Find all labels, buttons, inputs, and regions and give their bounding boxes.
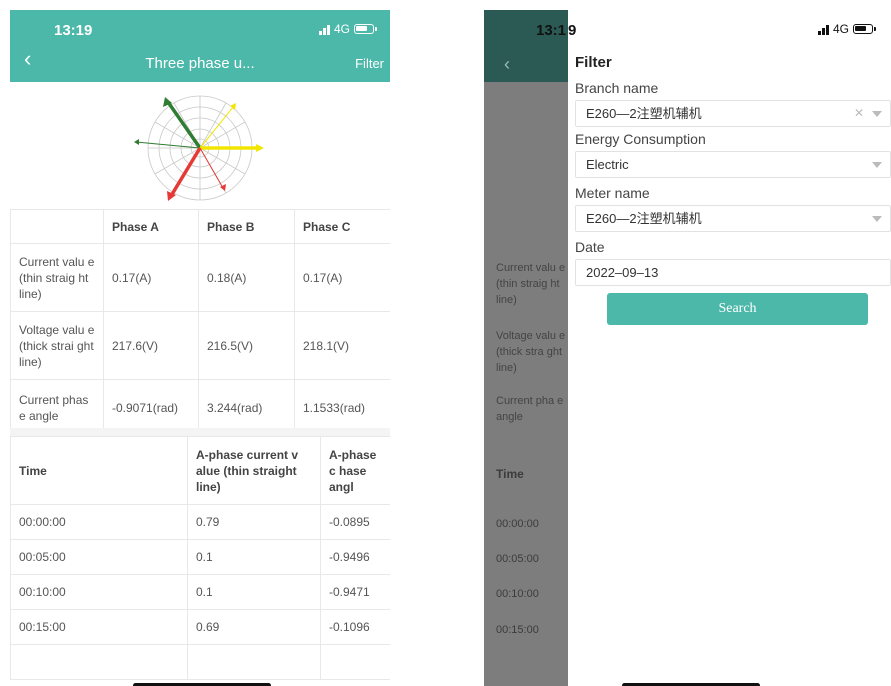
battery-icon xyxy=(853,24,876,34)
summary-header-row: Phase A Phase B Phase C xyxy=(10,209,390,244)
date-value: 2022–09–13 xyxy=(586,265,659,280)
three-phase-screen: 13:19 4G ‹ Three phase u... Filter Phase… xyxy=(10,10,390,686)
dimmed-time: 00:15:00 xyxy=(496,624,539,636)
dimmed-time-header: Time xyxy=(496,467,524,481)
phase-c-voltage-arrowhead xyxy=(256,144,264,152)
summary-header-phase-b: Phase B xyxy=(198,209,295,244)
phasor-diagram xyxy=(134,95,264,201)
cell-value: 0.69 xyxy=(187,609,321,645)
date-label: Date xyxy=(575,239,605,255)
status-indicators: 4G xyxy=(817,22,876,36)
cell-time: 00:00:00 xyxy=(10,504,188,540)
filter-panel: 9 4G Filter Branch name E260—2注塑机辅机 ✕ En… xyxy=(568,10,891,686)
filter-title: Filter xyxy=(575,54,612,71)
chevron-down-icon xyxy=(872,162,882,168)
energy-consumption-label: Energy Consumption xyxy=(575,131,706,147)
row-label: Current valu e (thin straig ht line) xyxy=(10,243,104,312)
meter-name-label: Meter name xyxy=(575,185,650,201)
cell-angle: -0.9496 xyxy=(320,539,390,575)
cell-value: 0.1 xyxy=(187,539,321,575)
cell-phase-a: 0.17(A) xyxy=(103,243,199,312)
cell-time: 00:15:00 xyxy=(10,609,188,645)
cell-time: 00:10:00 xyxy=(10,574,188,610)
filter-screen: 13:1 ‹ Current valu e (thin straig ht li… xyxy=(484,10,891,686)
cell-value: 0.1 xyxy=(187,574,321,610)
phase-b-current-arrowhead xyxy=(134,139,139,145)
branch-name-label: Branch name xyxy=(575,80,659,96)
dimmed-row-label: Current pha e angle xyxy=(496,395,564,423)
status-time-right-part: 9 xyxy=(568,22,577,39)
status-indicators: 4G xyxy=(318,22,377,36)
cell-phase-a: 217.6(V) xyxy=(103,311,199,380)
meter-name-value: E260—2注塑机辅机 xyxy=(586,211,702,226)
timeseries-table[interactable]: Time A-phase current v alue (thin straig… xyxy=(10,436,390,680)
summary-header-phase-a: Phase A xyxy=(103,209,199,244)
cell-phase-c: 218.1(V) xyxy=(294,311,390,380)
search-button[interactable]: Search xyxy=(607,293,868,325)
battery-icon xyxy=(354,24,377,34)
section-divider xyxy=(10,428,390,436)
phase-c-current-vector xyxy=(199,105,235,149)
table-row: 00:00:00 0.79 -0.0895 xyxy=(10,504,390,540)
dimmed-row-label: Voltage valu e (thick stra ght line) xyxy=(496,330,566,374)
cell-phase-c: 0.17(A) xyxy=(294,243,390,312)
timeseries-header-row: Time A-phase current v alue (thin straig… xyxy=(10,436,390,505)
branch-name-select[interactable]: E260—2注塑机辅机 ✕ xyxy=(575,100,891,127)
phase-b-voltage-vector xyxy=(166,101,202,149)
meter-name-select[interactable]: E260—2注塑机辅机 xyxy=(575,205,891,232)
chevron-down-icon xyxy=(872,111,882,117)
date-field[interactable]: 2022–09–13 xyxy=(575,259,891,286)
cell-angle: -0.9471 xyxy=(320,574,390,610)
dimmed-time: 00:10:00 xyxy=(496,588,539,600)
table-row: 00:15:00 0.69 -0.1096 xyxy=(10,609,390,645)
phase-a-current-vector xyxy=(199,147,224,189)
cell-value: 0.79 xyxy=(187,504,321,540)
signal-icon xyxy=(817,24,829,35)
page-title: Three phase u... xyxy=(145,55,255,72)
summary-header-blank xyxy=(10,209,104,244)
network-label: 4G xyxy=(333,22,350,36)
table-row: 00:05:00 0.1 -0.9496 xyxy=(10,539,390,575)
cell-phase-b: 0.18(A) xyxy=(198,243,295,312)
header-time: Time xyxy=(10,436,188,505)
phase-summary-table: Phase A Phase B Phase C Current valu e (… xyxy=(10,209,390,436)
filter-button[interactable]: Filter xyxy=(355,56,384,71)
header-phase-angle: A-phase c hase angl xyxy=(320,436,390,505)
cell-phase-b: 216.5(V) xyxy=(198,311,295,380)
header-current-value: A-phase current v alue (thin straight li… xyxy=(187,436,321,505)
energy-consumption-select[interactable]: Electric xyxy=(575,151,891,178)
phase-c-current-arrowhead xyxy=(230,103,236,110)
cell-angle: -0.1096 xyxy=(320,609,390,645)
dimmed-time: 00:05:00 xyxy=(496,553,539,565)
energy-consumption-value: Electric xyxy=(586,157,629,172)
dimmed-background-page[interactable]: 13:1 ‹ Current valu e (thin straig ht li… xyxy=(484,10,568,686)
row-label: Voltage valu e (thick strai ght line) xyxy=(10,311,104,380)
dimmed-header: 13:1 ‹ xyxy=(484,10,568,82)
cell-angle: -0.0895 xyxy=(320,504,390,540)
dimmed-time: 00:00:00 xyxy=(496,518,539,530)
header-bar: 13:19 4G ‹ Three phase u... Filter xyxy=(10,10,390,82)
chevron-down-icon xyxy=(872,216,882,222)
branch-name-value: E260—2注塑机辅机 xyxy=(586,106,702,121)
signal-icon xyxy=(318,24,330,35)
status-time-left-part: 13:1 xyxy=(536,22,567,39)
status-time: 13:19 xyxy=(54,22,93,39)
summary-row-current: Current valu e (thin straig ht line) 0.1… xyxy=(10,243,390,312)
cell-time: 00:05:00 xyxy=(10,539,188,575)
clear-icon[interactable]: ✕ xyxy=(854,101,864,126)
summary-header-phase-c: Phase C xyxy=(294,209,390,244)
chevron-left-icon: ‹ xyxy=(504,54,510,74)
dimmed-row-label: Current valu e (thin straig ht line) xyxy=(496,262,566,306)
summary-row-voltage: Voltage valu e (thick strai ght line) 21… xyxy=(10,311,390,380)
table-row-partial xyxy=(10,644,390,680)
table-row: 00:10:00 0.1 -0.9471 xyxy=(10,574,390,610)
network-label: 4G xyxy=(832,22,849,36)
